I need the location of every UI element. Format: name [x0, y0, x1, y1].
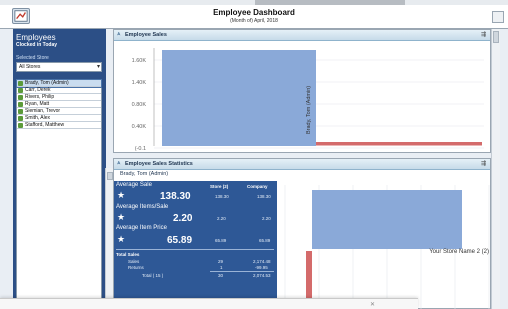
- employee-name: Ryan, Matt: [25, 101, 50, 107]
- list-item[interactable]: Brady, Tom (Admin): [16, 79, 102, 88]
- employee-name: Brady, Tom (Admin): [25, 80, 69, 86]
- sales-company: 2,174.48: [253, 259, 271, 264]
- divider: [116, 249, 274, 250]
- store-label: Selected Store: [16, 55, 49, 61]
- header-bar: Employee Dashboard (Month of) April, 201…: [0, 5, 508, 29]
- employee-sales-title: Employee Sales: [125, 32, 167, 38]
- avg-sale-company: 138.30: [257, 194, 271, 199]
- total-label: Total ( 15 ): [142, 273, 164, 278]
- avg-items-store: 2.20: [217, 216, 226, 221]
- employee-list: Brady, Tom (Admin) Carr, Derek Rivers, Phi…: [16, 79, 102, 307]
- returns-store: 1: [220, 265, 223, 270]
- left-splitter[interactable]: [105, 168, 113, 309]
- y-tick-label: 1.60K: [132, 58, 147, 64]
- sidebar-title: Employees: [16, 33, 56, 42]
- avg-sale-store: 138.30: [215, 194, 229, 199]
- returns-company: -99.95: [255, 265, 268, 270]
- list-item[interactable]: Smith, Alex: [17, 115, 101, 122]
- returns-label: Returns: [128, 265, 144, 270]
- bar[interactable]: [312, 190, 462, 249]
- collapse-icon[interactable]: ⩓: [117, 160, 120, 167]
- star-icon: ★: [117, 234, 126, 244]
- y-tick-label: 1.40K: [132, 80, 147, 86]
- sidebar-subtitle: Clocked in Today: [16, 42, 58, 48]
- page-subtitle: (Month of) April, 2018: [230, 18, 278, 24]
- list-item[interactable]: Stafford, Matthew: [17, 122, 101, 129]
- employee-name: Stafford, Matthew: [25, 122, 65, 128]
- total-company: 2,074.53: [253, 273, 271, 278]
- avg-items-value: 2.20: [173, 213, 193, 224]
- employee-icon: [18, 81, 23, 86]
- employee-stats-title: Employee Sales Statistics: [125, 161, 193, 167]
- employee-name: Rivers, Philip: [25, 94, 55, 100]
- splitter-handle[interactable]: [107, 172, 113, 180]
- employee-icon: [18, 123, 23, 128]
- y-tick-label: (-0.1: [135, 146, 146, 152]
- employee-name: Siemian, Trevor: [25, 108, 61, 114]
- avg-price-store: 65.89: [215, 238, 227, 243]
- employee-sales-panel: ⩓ Employee Sales ⇶ 1.60K 1.40K 0.80K 0.40K (…: [113, 29, 491, 153]
- avg-price-company: 65.89: [259, 238, 271, 243]
- employee-name: Carr, Derek: [25, 87, 51, 93]
- store-select[interactable]: All Stores ▾: [16, 62, 102, 72]
- main-scrollbar[interactable]: [491, 29, 500, 309]
- divider: [210, 271, 274, 272]
- total-sales-label: Total Sales: [116, 252, 140, 257]
- bar[interactable]: [162, 50, 316, 146]
- stats-chart: Your Store Name 2 (2): [284, 185, 490, 309]
- total-store: 30: [218, 273, 224, 278]
- chevron-down-icon: ▾: [96, 64, 100, 70]
- list-item[interactable]: Carr, Derek: [17, 87, 101, 94]
- employee-name: Smith, Alex: [25, 115, 51, 121]
- store-column-header: Store (2): [210, 184, 229, 189]
- employee-stats-panel: ⩓ Employee Sales Statistics ⇶ Brady, Tom…: [113, 158, 491, 309]
- list-item[interactable]: Ryan, Matt: [17, 101, 101, 108]
- store-select-value: All Stores: [19, 64, 41, 70]
- stats-summary: Average Sale Store (2) Company ★ 138.30 …: [114, 181, 277, 309]
- window-button[interactable]: [492, 11, 504, 23]
- sales-store: 29: [218, 259, 224, 264]
- star-icon: ★: [117, 212, 126, 222]
- employee-icon: [18, 95, 23, 100]
- y-tick-label: 0.40K: [132, 124, 147, 130]
- list-item[interactable]: Rivers, Philip: [17, 94, 101, 101]
- employee-stats-header[interactable]: ⩓ Employee Sales Statistics ⇶: [114, 159, 490, 170]
- options-icon[interactable]: ⇶: [481, 160, 486, 167]
- sales-label: Sales: [128, 259, 140, 264]
- bar[interactable]: [316, 142, 482, 146]
- list-item[interactable]: Siemian, Trevor: [17, 108, 101, 115]
- employee-icon: [18, 88, 23, 93]
- collapse-icon[interactable]: ⩓: [117, 31, 120, 38]
- dashboard-window: Employee Dashboard (Month of) April, 201…: [0, 0, 508, 309]
- employee-icon: [18, 109, 23, 114]
- avg-items-label: Average Items/Sale: [116, 204, 169, 210]
- popup-strip: ✕: [0, 298, 418, 309]
- avg-sale-value: 138.30: [160, 191, 191, 202]
- options-icon[interactable]: ⇶: [481, 31, 486, 38]
- employee-icon: [18, 102, 23, 107]
- close-icon[interactable]: ✕: [370, 301, 375, 308]
- employee-sales-header[interactable]: ⩓ Employee Sales ⇶: [114, 30, 490, 41]
- y-tick-label: 0.80K: [132, 102, 147, 108]
- bar-data-label: Brady, Tom (Admin): [306, 86, 312, 134]
- avg-price-label: Average Item Price: [116, 225, 167, 231]
- employee-icon: [18, 116, 23, 121]
- star-icon: ★: [117, 190, 126, 200]
- stats-employee-name: Brady, Tom (Admin): [120, 171, 169, 177]
- company-column-header: Company: [247, 184, 268, 189]
- avg-sale-label: Average Sale: [116, 182, 152, 188]
- employees-sidebar: Employees Clocked in Today Selected Stor…: [13, 29, 106, 309]
- bar-data-label: Your Store Name 2 (2): [429, 249, 489, 255]
- scrollbar-thumb[interactable]: [493, 31, 499, 43]
- employee-sales-chart: 1.60K 1.40K 0.80K 0.40K (-0.1 Brady, Tom (Adm…: [132, 48, 484, 152]
- page-title: Employee Dashboard: [213, 8, 295, 17]
- avg-items-company: 2.20: [262, 216, 271, 221]
- avg-price-value: 65.89: [167, 235, 193, 246]
